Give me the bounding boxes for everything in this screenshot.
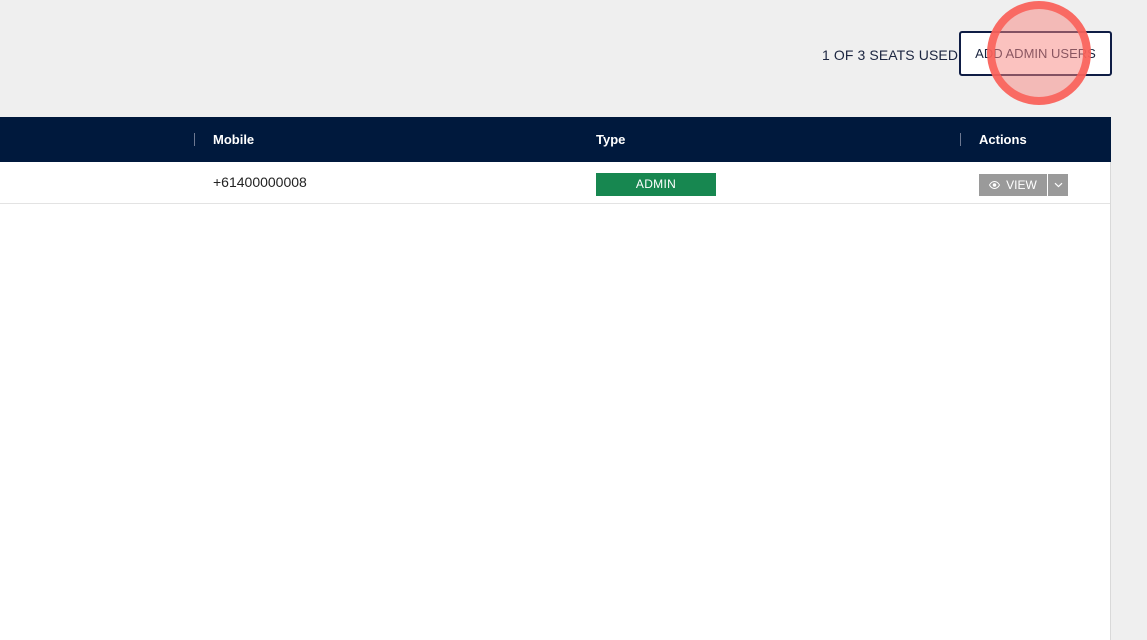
column-header-type[interactable]: Type (596, 117, 625, 162)
mobile-cell: +61400000008 (213, 174, 307, 190)
column-header-actions: Actions (979, 132, 1027, 147)
view-button-label: VIEW (1006, 178, 1037, 192)
users-table: Mobile Type Actions +61400000008 ADMIN V… (0, 117, 1111, 640)
table-row: +61400000008 ADMIN VIEW (0, 162, 1110, 204)
column-header-mobile[interactable]: Mobile (213, 117, 254, 162)
eye-icon (989, 181, 1001, 189)
view-options-dropdown[interactable] (1048, 174, 1068, 196)
seats-used-text: 1 OF 3 SEATS USED (822, 47, 959, 63)
add-admin-users-button[interactable]: ADD ADMIN USERS (959, 31, 1112, 76)
column-divider (960, 133, 961, 146)
page: 1 OF 3 SEATS USED ADD ADMIN USERS Mobile… (0, 0, 1147, 640)
table-header: Mobile Type Actions (0, 117, 1111, 162)
chevron-down-icon (1054, 182, 1063, 188)
admin-type-badge: ADMIN (596, 173, 716, 196)
view-button[interactable]: VIEW (979, 174, 1047, 196)
column-divider (194, 133, 195, 146)
